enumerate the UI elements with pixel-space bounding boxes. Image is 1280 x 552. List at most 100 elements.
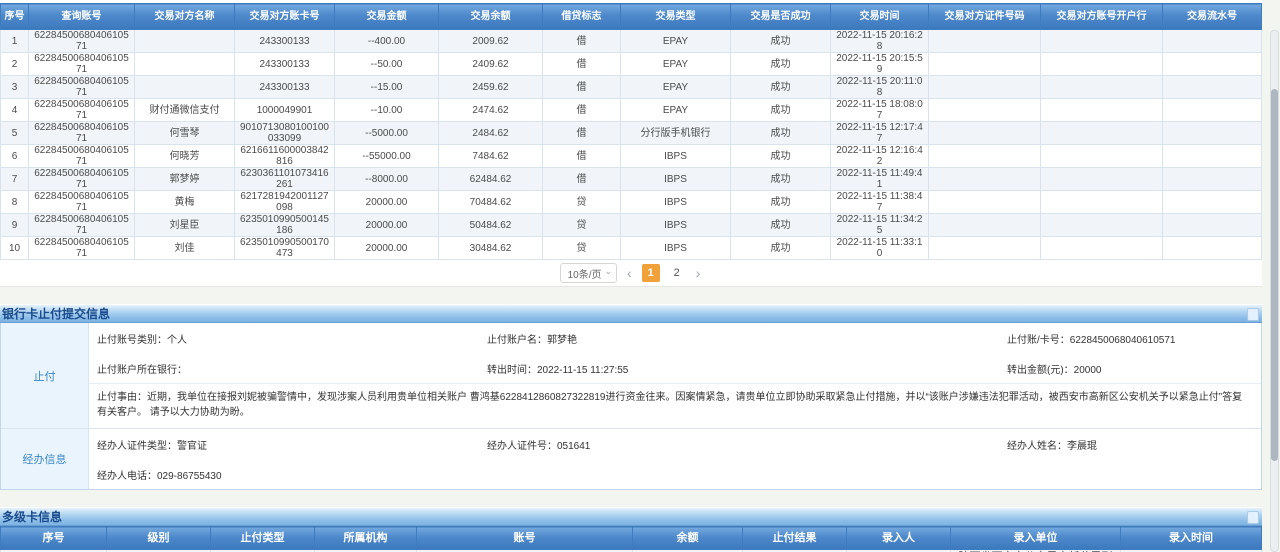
cell: 62484.62 — [439, 168, 543, 191]
cell — [929, 237, 1041, 260]
cell: 20000.00 — [335, 214, 439, 237]
column-header: 所属机构 — [315, 527, 417, 550]
cell: IBPS — [621, 191, 731, 214]
cell — [1163, 191, 1262, 214]
cell: --50.00 — [335, 53, 439, 76]
cell: 6228450068040610571 — [29, 214, 135, 237]
cell: 6228450068040610571 — [29, 76, 135, 99]
cell: EPAY — [621, 53, 731, 76]
stop-payment-reason-text: 止付事由：近期，我单位在接报刘妮被骗警情中，发现涉案人员利用贵单位相关账户 曹鸿… — [89, 383, 1261, 428]
cell: 6230361101073416261 — [235, 168, 335, 191]
cell: 成功 — [731, 145, 831, 168]
cell: 成功 — [731, 53, 831, 76]
column-header: 交易对方账卡号 — [235, 4, 335, 30]
table-row[interactable]: 16228450068040610571243300133--400.00200… — [1, 30, 1262, 53]
field-account-type: 止付账号类别：个人 — [97, 331, 487, 346]
cell: 9010713080100100033099 — [235, 122, 335, 145]
cell: 7484.62 — [439, 145, 543, 168]
cell: 2022-11-15 11:33:10 — [831, 237, 929, 260]
table-row[interactable]: 96228450068040610571刘星臣62350109905001451… — [1, 214, 1262, 237]
column-header: 交易类型 — [621, 4, 731, 30]
column-header: 序号 — [1, 4, 29, 30]
table-row[interactable]: 76228450068040610571郭梦婷62303611010734162… — [1, 168, 1262, 191]
cell: 刘星臣 — [135, 214, 235, 237]
table-row[interactable]: 36228450068040610571243300133--15.002459… — [1, 76, 1262, 99]
cell — [929, 191, 1041, 214]
stop-payment-group: 止付 止付账号类别：个人 止付账户名：郭梦艳 止付账/卡号：6228450068… — [1, 323, 1261, 428]
cell: IBPS — [621, 237, 731, 260]
cell — [929, 53, 1041, 76]
cell — [1163, 122, 1262, 145]
cell: 2022-11-15 11:49:41 — [831, 168, 929, 191]
cell — [1163, 214, 1262, 237]
cell: 6228450068040610571 — [29, 191, 135, 214]
cell: 243300133 — [235, 53, 335, 76]
transactions-section: 序号查询账号交易对方名称交易对方账卡号交易金额交易余额借贷标志交易类型交易是否成… — [0, 0, 1262, 287]
field-handler-id-number: 经办人证件号：051641 — [487, 437, 1007, 452]
cell: IBPS — [621, 214, 731, 237]
cell: 8 — [1, 191, 29, 214]
page-size-select[interactable]: 10条/页 ⌄ — [560, 263, 617, 283]
cell — [929, 30, 1041, 53]
cell: 2022-11-15 18:08:07 — [831, 99, 929, 122]
cell: 6228450068040610571 — [29, 168, 135, 191]
table-row[interactable]: 46228450068040610571财付通微信支付1000049901--1… — [1, 99, 1262, 122]
prev-page-button[interactable]: ‹ — [625, 266, 634, 280]
table-row[interactable]: 56228450068040610571何雪琴90107130801001000… — [1, 122, 1262, 145]
chevron-down-icon: ⌄ — [605, 266, 613, 277]
cell: EPAY — [621, 76, 731, 99]
cell: 2474.62 — [439, 99, 543, 122]
collapse-icon[interactable] — [1247, 308, 1259, 321]
cell — [1041, 76, 1163, 99]
cell: 成功 — [731, 122, 831, 145]
table-row[interactable]: 86228450068040610571黄梅621728194200112709… — [1, 191, 1262, 214]
stop-payment-info-section: 银行卡止付提交信息 止付 止付账号类别：个人 止付账户名：郭梦艳 止付账/卡号：… — [0, 304, 1262, 490]
page-button-2[interactable]: 2 — [668, 264, 686, 282]
pagination: 10条/页 ⌄ ‹ 1 2 › — [0, 260, 1262, 286]
table-row[interactable]: 66228450068040610571何晓芳62166116000038428… — [1, 145, 1262, 168]
table-row[interactable]: 26228450068040610571243300133--50.002409… — [1, 53, 1262, 76]
column-header: 交易时间 — [831, 4, 929, 30]
cell — [135, 30, 235, 53]
cell: 成功 — [731, 30, 831, 53]
cell: IBPS — [621, 168, 731, 191]
cell: 2459.62 — [439, 76, 543, 99]
cell: 贷 — [543, 191, 621, 214]
cell — [1163, 99, 1262, 122]
cell: 2022-11-15 20:16:28 — [831, 30, 929, 53]
page-size-label: 10条/页 — [568, 266, 602, 281]
collapse-icon[interactable] — [1247, 511, 1259, 524]
field-row: 经办人电话：029-86755430 — [89, 459, 1261, 489]
cell: 借 — [543, 99, 621, 122]
cell — [1041, 30, 1163, 53]
cell: 3 — [1, 76, 29, 99]
cell: 2022-11-15 11:34:25 — [831, 214, 929, 237]
cell — [929, 76, 1041, 99]
field-transfer-amount: 转出金额(元)：20000 — [1007, 361, 1255, 376]
page-button-1[interactable]: 1 — [642, 264, 660, 282]
vertical-scrollbar[interactable] — [1270, 30, 1279, 552]
column-header: 止付结果 — [743, 527, 847, 550]
next-page-button[interactable]: › — [694, 266, 703, 280]
scrollbar-thumb[interactable] — [1271, 89, 1278, 461]
cell — [929, 214, 1041, 237]
cell: 借 — [543, 122, 621, 145]
cell: EPAY — [621, 30, 731, 53]
cell — [929, 168, 1041, 191]
cell: 6228450068040610571 — [29, 237, 135, 260]
cell: --8000.00 — [335, 168, 439, 191]
table-row[interactable]: 106228450068040610571刘佳62350109905001704… — [1, 237, 1262, 260]
cell: 10 — [1, 237, 29, 260]
handler-info-group: 经办信息 经办人证件类型：警官证 经办人证件号：051641 经办人姓名：李晨琨… — [1, 428, 1261, 489]
column-header: 止付类型 — [211, 527, 315, 550]
cell: 财付通微信支付 — [135, 99, 235, 122]
cell: 贷 — [543, 237, 621, 260]
cell: 6228450068040610571 — [29, 53, 135, 76]
cell: 6235010990500170473 — [235, 237, 335, 260]
cell: 成功 — [731, 214, 831, 237]
column-header: 交易是否成功 — [731, 4, 831, 30]
header-row: 序号级别止付类型所属机构账号余额止付结果录入人录入单位录入时间 — [1, 527, 1262, 550]
cell — [1041, 214, 1163, 237]
column-header: 交易对方名称 — [135, 4, 235, 30]
column-header: 录入单位 — [951, 527, 1121, 550]
